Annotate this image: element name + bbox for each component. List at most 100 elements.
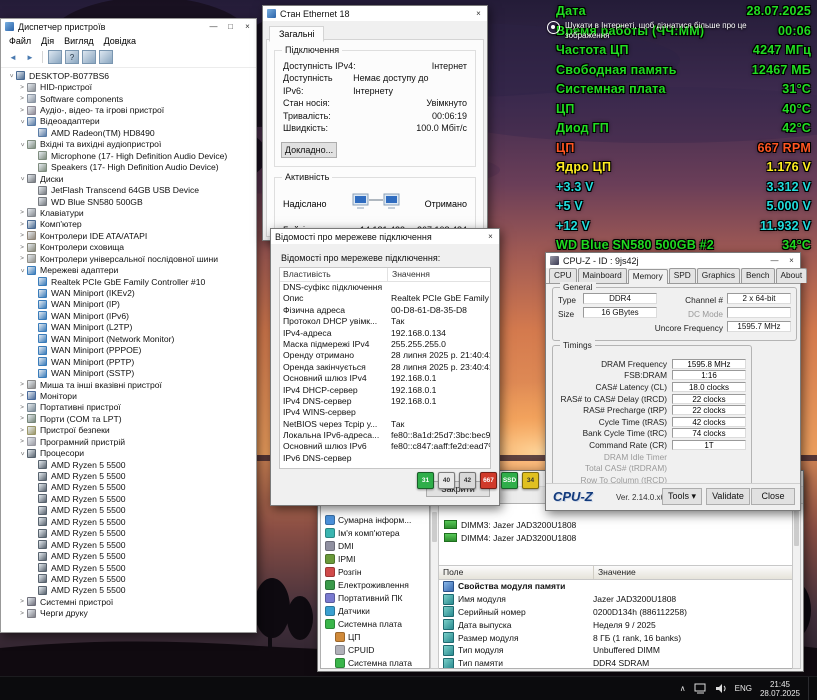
expand-icon[interactable]: > [18,381,26,388]
expand-icon[interactable]: > [18,84,26,91]
tree-item[interactable]: >Комп'ютер [1,219,256,230]
devices-icon[interactable] [82,50,96,64]
visual-search-label[interactable]: Шукати в Інтернеті, щоб дізнатися більше… [565,21,762,41]
tree-item[interactable]: >Портативні пристрої [1,402,256,413]
tree-item[interactable]: >Миша та інші вказівні пристрої [1,379,256,390]
sensor-icon[interactable]: 667 [480,472,497,489]
volume-tray-icon[interactable] [715,683,727,694]
visual-search-icon[interactable] [547,21,560,34]
tree-item[interactable]: >Контролери IDE ATA/ATAPI [1,230,256,241]
sidebar-item[interactable]: Ім'я комп'ютера [321,526,429,539]
close-button[interactable]: × [239,19,256,34]
minimize-button[interactable]: — [205,19,222,34]
tree-item[interactable]: >Вхідні та вихідні аудіопристрої [1,139,256,150]
help-icon[interactable]: ? [65,50,79,64]
validate-button[interactable]: Validate [706,488,750,505]
expand-icon[interactable]: > [18,610,26,617]
sidebar-item[interactable]: IPMI [321,552,429,565]
content-scrollbar[interactable] [792,503,801,669]
ethernet-titlebar[interactable]: Стан Ethernet 18 × [263,6,487,21]
tree-item[interactable]: AMD Radeon(TM) HD8490 [1,127,256,138]
collapse-icon[interactable]: > [19,449,26,457]
expand-icon[interactable]: > [18,107,26,114]
tree-item[interactable]: >Відеоадаптери [1,116,256,127]
tree-item[interactable]: >Черги друку [1,608,256,619]
list-item[interactable]: DIMM4: Jazer JAD3200U1808 [439,531,792,544]
tree-item[interactable]: >Мережеві адаптери [1,264,256,275]
collapse-icon[interactable]: > [19,175,26,183]
sidebar-scrollbar[interactable] [430,503,439,669]
menu-item-Довідка[interactable]: Довідка [99,36,141,46]
tree-item[interactable]: WAN Miniport (PPPOE) [1,345,256,356]
device-manager-titlebar[interactable]: Диспетчер пристроїв — □ × [1,19,256,34]
sidebar-item[interactable]: CPUID [321,643,429,656]
tree-item[interactable]: >Порти (COM та LPT) [1,413,256,424]
tree-item[interactable]: AMD Ryzen 5 5500 [1,482,256,493]
tools-button[interactable]: Tools ▾ [662,488,702,505]
sidebar-item[interactable]: Сумарна інформ... [321,513,429,526]
column-field[interactable]: Поле [439,566,594,579]
taskbar-clock[interactable]: 21:45 28.07.2025 [760,680,800,698]
cpuz-titlebar[interactable]: CPU-Z - ID : 9js42j — × [546,253,800,268]
tree-item[interactable]: WAN Miniport (IKEv2) [1,287,256,298]
tree-item[interactable]: WAN Miniport (PPTP) [1,356,256,367]
tree-item[interactable]: Microphone (17- High Definition Audio De… [1,150,256,161]
tree-item[interactable]: >Пристрої безпеки [1,425,256,436]
tree-item[interactable]: >Монітори [1,390,256,401]
tab-bench[interactable]: Bench [741,268,775,283]
sensor-icon[interactable]: SSD [501,472,518,489]
menu-item-Дія[interactable]: Дія [36,36,59,46]
sidebar-item[interactable]: Електроживлення [321,578,429,591]
minimize-button[interactable]: — [766,253,783,268]
tree-item[interactable]: >Процесори [1,447,256,458]
tree-item[interactable]: WAN Miniport (IPv6) [1,310,256,321]
sidebar-item[interactable]: Системна плата [321,656,429,669]
tree-item[interactable]: >Клавіатури [1,207,256,218]
tree-item[interactable]: AMD Ryzen 5 5500 [1,585,256,596]
tab-graphics[interactable]: Graphics [697,268,740,283]
close-button[interactable]: × [470,6,487,21]
sidebar-item[interactable]: ЦП [321,630,429,643]
tree-item[interactable]: >Системні пристрої [1,596,256,607]
expand-icon[interactable]: > [18,255,26,262]
tree-item[interactable]: >Програмний пристрій [1,436,256,447]
sensor-icon[interactable]: 40 [438,472,455,489]
tree-item[interactable]: WAN Miniport (IP) [1,299,256,310]
menu-item-Вигляд[interactable]: Вигляд [59,36,99,46]
show-desktop-button[interactable] [808,677,814,700]
details-listview[interactable]: Властивість Значення DNS-суфікс підключе… [279,267,491,469]
tab-memory[interactable]: Memory [628,269,668,284]
sensor-icon[interactable]: 34 [522,472,539,489]
tree-item[interactable]: WD Blue SN580 500GB [1,196,256,207]
column-value[interactable]: Значение [594,566,792,579]
sidebar-item[interactable]: Датчики [321,604,429,617]
list-item[interactable]: DIMM3: Jazer JAD3200U1808 [439,518,792,531]
collapse-icon[interactable]: > [19,140,26,148]
tree-item[interactable]: AMD Ryzen 5 5500 [1,493,256,504]
collapse-icon[interactable]: > [8,72,15,80]
tree-item[interactable]: >DESKTOP-B077BS6 [1,70,256,81]
column-value[interactable]: Значення [388,268,490,281]
expand-icon[interactable]: > [18,438,26,445]
expand-icon[interactable]: > [18,221,26,228]
visual-search-hint[interactable]: Шукати в Інтернеті, щоб дізнатися більше… [547,21,762,41]
sidebar-item[interactable]: Розгін [321,565,429,578]
expand-icon[interactable]: > [18,598,26,605]
close-button[interactable]: × [482,229,499,244]
expand-icon[interactable]: > [18,232,26,239]
expand-icon[interactable]: > [18,415,26,422]
tree-item[interactable]: AMD Ryzen 5 5500 [1,516,256,527]
network-tray-icon[interactable] [694,683,707,694]
scan-icon[interactable] [99,50,113,64]
language-indicator[interactable]: ENG [735,684,752,693]
sensor-icon[interactable]: 42 [459,472,476,489]
sensor-icon[interactable]: 31 [417,472,434,489]
tree-item[interactable]: >HID-пристрої [1,81,256,92]
column-property[interactable]: Властивість [280,268,388,281]
menu-item-Файл[interactable]: Файл [4,36,36,46]
tree-item[interactable]: AMD Ryzen 5 5500 [1,550,256,561]
tab-general[interactable]: Загальні [269,26,324,42]
tree-item[interactable]: AMD Ryzen 5 5500 [1,539,256,550]
tree-item[interactable]: >Диски [1,173,256,184]
close-button-cpuz[interactable]: Close [751,488,795,505]
